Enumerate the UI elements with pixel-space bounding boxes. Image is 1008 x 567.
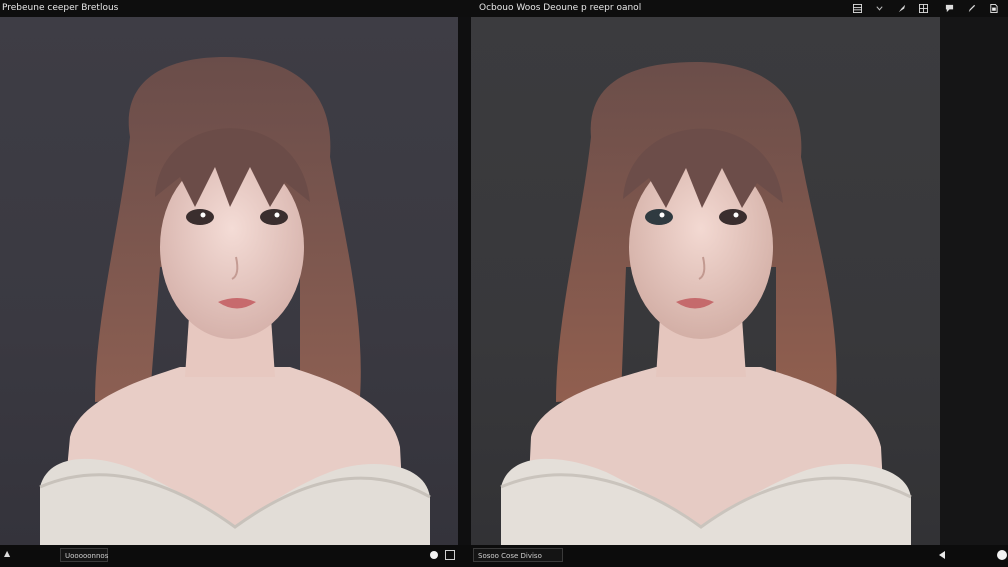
right-sidebar — [940, 17, 1008, 545]
pen-icon[interactable] — [963, 1, 979, 15]
chevron-down-icon[interactable] — [871, 1, 887, 15]
bottom-bar: ▲ Uooooonnos Sosoo Cose Diviso — [0, 545, 1008, 567]
portrait-image-preview — [500, 62, 912, 545]
color-dot-icon[interactable] — [997, 550, 1007, 560]
top-bar: Prebeune ceeper Bretlous Ocbouo Woos Deo… — [0, 0, 1008, 17]
toolbar-icons — [849, 1, 1007, 15]
record-dot-icon[interactable] — [430, 551, 438, 559]
right-pane-title: Ocbouo Woos Deoune p reepr oanol — [479, 3, 642, 13]
frame-square-icon[interactable] — [445, 550, 455, 560]
left-pane-title: Prebeune ceeper Bretlous — [2, 3, 119, 13]
export-icon[interactable] — [985, 1, 1001, 15]
brush-icon[interactable] — [893, 1, 909, 15]
editor-window: Prebeune ceeper Bretlous Ocbouo Woos Deo… — [0, 0, 1008, 567]
layout-icon[interactable] — [849, 1, 865, 15]
grid-icon[interactable] — [915, 1, 931, 15]
pane-divider[interactable] — [458, 17, 471, 545]
left-status-field[interactable]: Uooooonnos — [60, 548, 108, 562]
right-canvas[interactable] — [471, 17, 940, 545]
play-back-icon[interactable] — [939, 551, 945, 559]
chat-icon[interactable] — [941, 1, 957, 15]
collapse-up-icon[interactable]: ▲ — [4, 549, 10, 558]
left-canvas[interactable] — [0, 17, 458, 545]
right-status-field[interactable]: Sosoo Cose Diviso — [473, 548, 563, 562]
portrait-image — [39, 57, 431, 545]
